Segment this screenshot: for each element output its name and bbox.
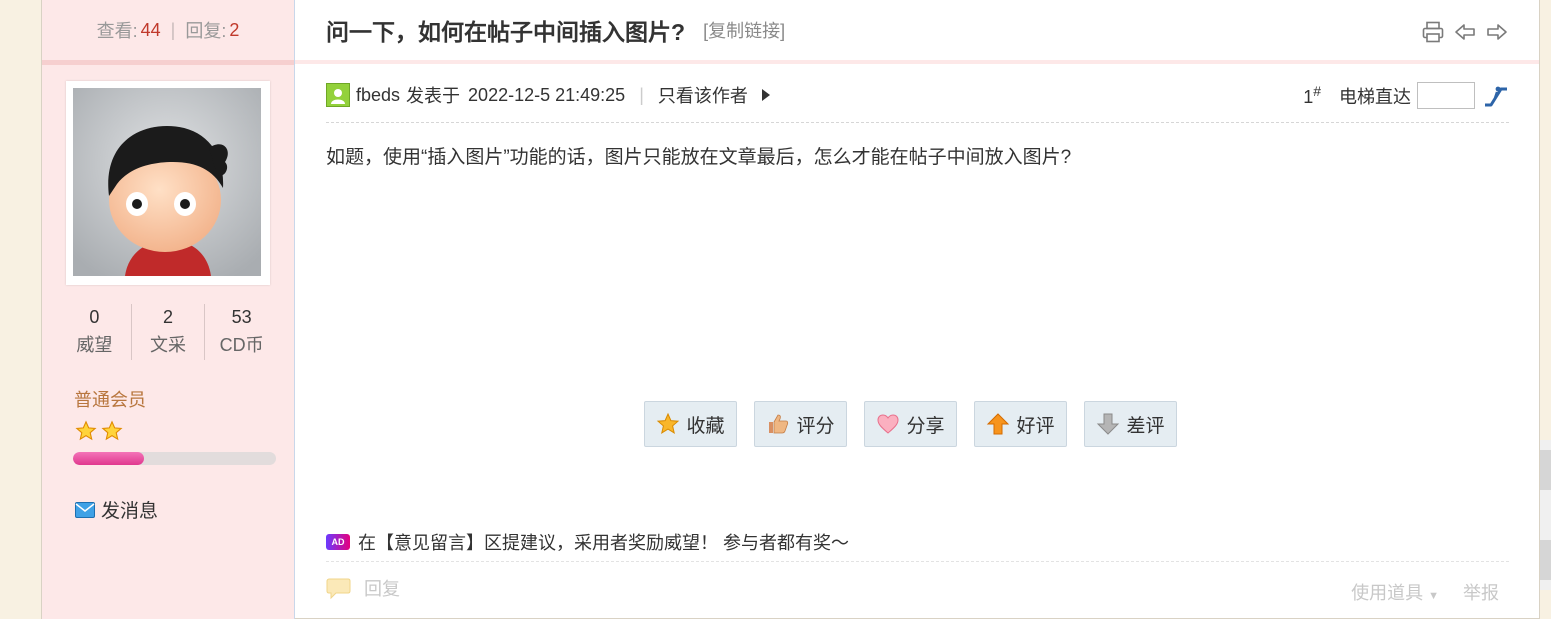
thread-header: 问一下，如何在帖子中间插入图片? [复制链接] — [295, 0, 1539, 64]
count-value: 0 — [89, 307, 100, 327]
star-icon — [75, 420, 97, 441]
print-icon[interactable] — [1421, 20, 1445, 44]
thread-tools — [1421, 20, 1509, 44]
author-sidebar: 查看: 44 | 回复: 2 0 威望 2 文采 53 CD币 普通会员 发消息 — [42, 0, 295, 619]
post-meta: fbeds 发表于 2022-12-5 21:49:25 | 只看该作者 1# … — [326, 82, 1509, 123]
count-label: 威望 — [76, 335, 113, 355]
speech-bubble-icon — [326, 578, 351, 600]
rank-stars — [75, 420, 123, 442]
floor-number[interactable]: 1# — [1303, 83, 1321, 108]
copy-link-button[interactable]: [复制链接] — [703, 17, 785, 43]
caret-down-icon: ▼ — [1428, 590, 1439, 602]
avatar[interactable] — [73, 88, 261, 276]
ad-text[interactable]: 在【意见留言】区提建议，采用者奖励威望！ 参与者都有奖～ — [358, 529, 849, 555]
post-container: 查看: 44 | 回复: 2 0 威望 2 文采 53 CD币 普通会员 发消息… — [41, 0, 1540, 619]
replies-label: 回复: — [185, 21, 227, 41]
avatar-frame[interactable] — [66, 81, 270, 285]
user-online-icon — [326, 83, 350, 107]
count-literary[interactable]: 2 文采 — [132, 304, 206, 360]
post-main: 问一下，如何在帖子中间插入图片? [复制链接] fbeds 发表于 2022-1… — [295, 0, 1539, 619]
ad-badge-icon: AD — [326, 534, 350, 550]
previous-thread-icon[interactable] — [1453, 20, 1477, 44]
use-tools-dropdown[interactable]: 使用道具 ▼ — [1351, 579, 1439, 605]
favorite-button[interactable]: 收藏 — [644, 401, 737, 447]
favorite-label: 收藏 — [686, 415, 725, 437]
post-footer: 回复 使用道具 ▼ 举报 — [326, 575, 1509, 605]
meta-divider: | — [639, 84, 644, 105]
author-counts: 0 威望 2 文采 53 CD币 — [58, 304, 278, 360]
count-label: CD币 — [219, 335, 264, 355]
count-coins[interactable]: 53 CD币 — [205, 304, 278, 360]
next-thread-icon[interactable] — [1485, 20, 1509, 44]
play-arrow-icon[interactable] — [760, 88, 772, 102]
floor-value: 1 — [1303, 87, 1314, 107]
upvote-label: 好评 — [1016, 415, 1055, 437]
floor-tools: 1# 电梯直达 — [1303, 82, 1509, 109]
post-content: 如题，使用“插入图片”功能的话，图片只能放在文章最后，怎么才能在帖子中间放入图片… — [326, 147, 1072, 168]
thumbs-up-icon — [769, 414, 789, 434]
share-button[interactable]: 分享 — [864, 401, 957, 447]
elevator-label: 电梯直达 — [1339, 86, 1411, 107]
only-author-link[interactable]: 只看该作者 — [658, 82, 748, 108]
member-level[interactable]: 普通会员 — [74, 386, 146, 412]
post-actions: 收藏 评分 分享 好评 差评 — [644, 401, 1177, 447]
views-count: 44 — [140, 19, 161, 40]
rate-label: 评分 — [796, 415, 835, 437]
count-value: 53 — [231, 307, 252, 327]
level-progress-bar — [73, 452, 276, 465]
downvote-button[interactable]: 差评 — [1084, 401, 1177, 447]
page-scrollbar[interactable] — [1540, 440, 1551, 590]
count-label: 文采 — [150, 335, 186, 355]
posted-prefix: 发表于 — [406, 86, 461, 106]
share-label: 分享 — [906, 415, 945, 437]
posted-time: 2022-12-5 21:49:25 — [468, 84, 626, 105]
downvote-label: 差评 — [1126, 415, 1165, 437]
send-message-label: 发消息 — [101, 501, 159, 522]
floor-jump-input[interactable] — [1417, 82, 1475, 109]
count-value: 2 — [163, 307, 174, 327]
report-link[interactable]: 举报 — [1463, 579, 1499, 605]
thread-title: 问一下，如何在帖子中间插入图片? — [326, 19, 686, 45]
author-name-link[interactable]: fbeds — [356, 85, 400, 106]
thread-stats: 查看: 44 | 回复: 2 — [42, 0, 294, 65]
use-tools-label: 使用道具 — [1351, 583, 1424, 603]
escalator-icon[interactable] — [1483, 83, 1509, 109]
stats-divider: | — [170, 19, 176, 40]
star-icon — [657, 412, 680, 434]
upvote-button[interactable]: 好评 — [974, 401, 1067, 447]
level-progress-fill — [73, 452, 145, 465]
ad-banner[interactable]: AD 在【意见留言】区提建议，采用者奖励威望！ 参与者都有奖～ — [326, 523, 1509, 562]
replies-count: 2 — [229, 19, 240, 40]
star-icon — [101, 420, 123, 441]
scrollbar-track — [1540, 440, 1551, 590]
envelope-icon — [75, 501, 95, 518]
arrow-up-icon — [987, 413, 1010, 435]
views-label: 查看: — [96, 21, 138, 41]
reply-button[interactable]: 回复 — [326, 575, 400, 601]
avatar-image — [73, 88, 261, 276]
footer-tools: 使用道具 ▼ 举报 — [1351, 579, 1499, 605]
heart-icon — [877, 414, 899, 434]
count-prestige[interactable]: 0 威望 — [58, 304, 132, 360]
reply-label: 回复 — [364, 579, 400, 599]
floor-mark: # — [1313, 83, 1321, 99]
arrow-down-icon — [1097, 413, 1120, 435]
post-author-info: fbeds 发表于 2022-12-5 21:49:25 | 只看该作者 — [326, 82, 772, 108]
rate-button[interactable]: 评分 — [754, 401, 847, 447]
send-message-link[interactable]: 发消息 — [75, 496, 158, 523]
